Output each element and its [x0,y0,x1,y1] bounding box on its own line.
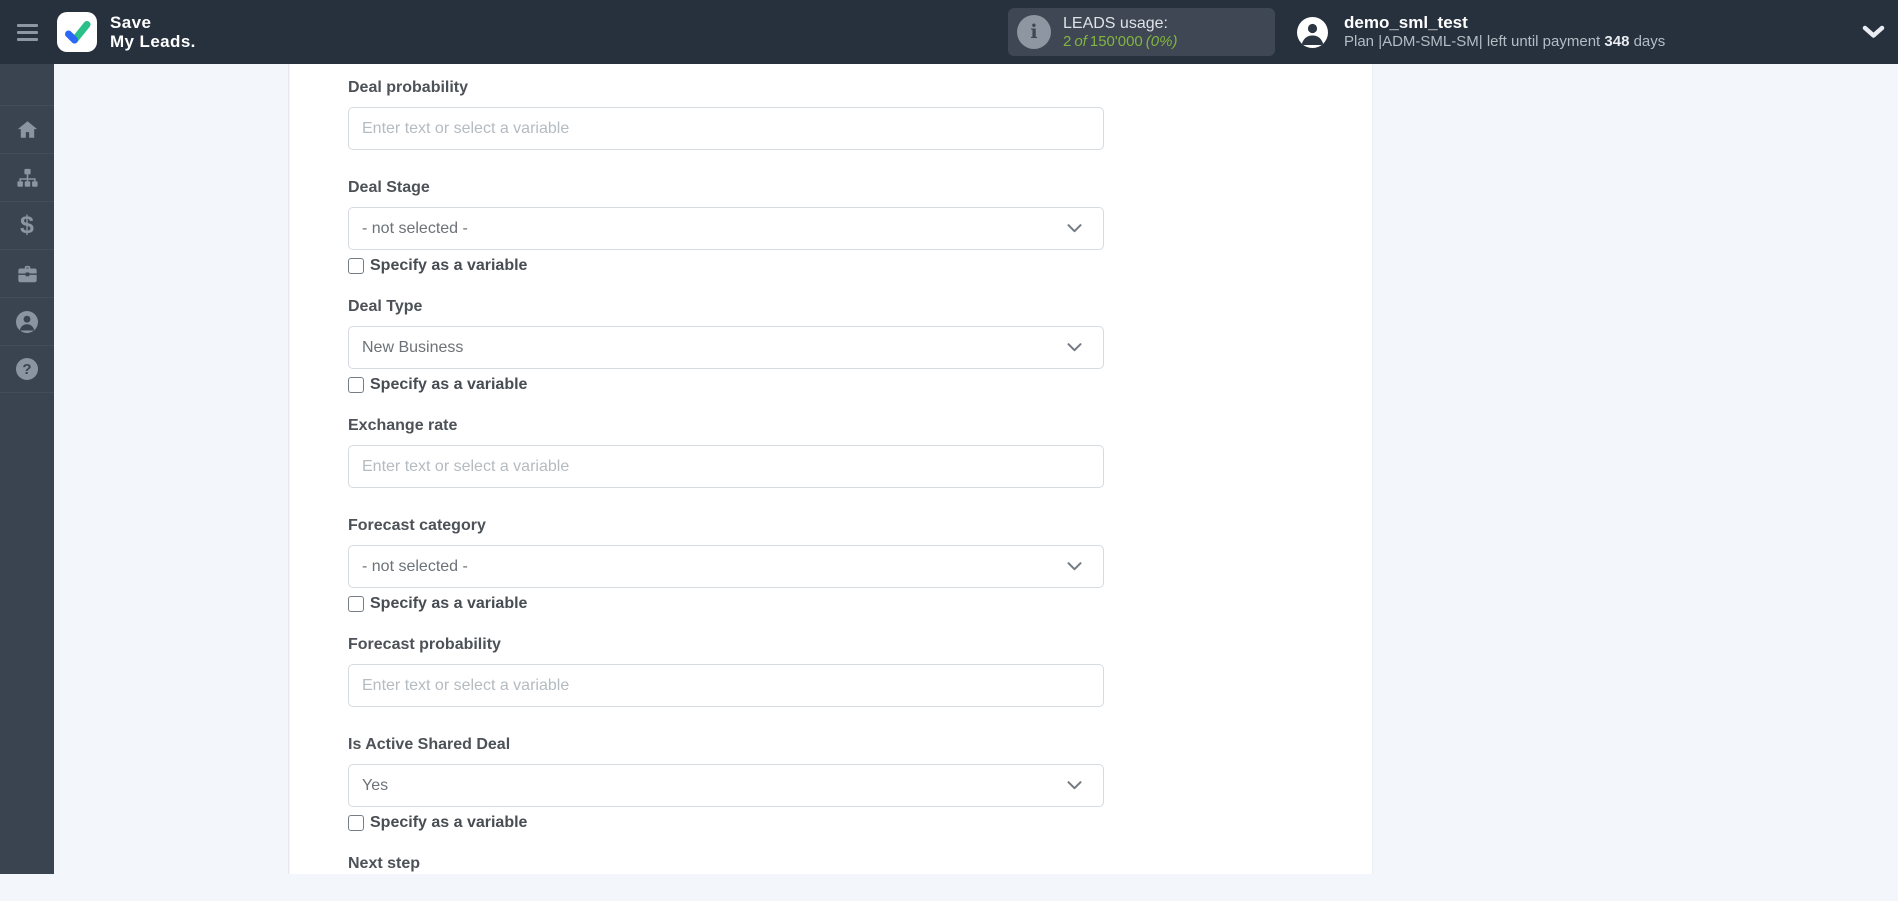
account-icon [16,310,38,333]
form-field-forecast-probability: Forecast probability [348,635,1104,707]
info-icon: i [1017,15,1051,49]
checkbox-label: Specify as a variable [370,595,528,612]
checkbox-label: Specify as a variable [370,814,528,831]
chevron-down-icon [1067,562,1082,571]
form-field-exchange-rate: Exchange rate [348,416,1104,488]
hamburger-menu-icon[interactable] [0,23,54,41]
usage-title: LEADS usage: [1063,14,1168,32]
usage-value: 2 of 150'000 (0%) [1063,32,1178,50]
left-sidebar: $? [0,64,54,874]
top-header: Save My Leads. i LEADS usage: 2 of 150'000… [0,0,1898,64]
field-label: Next step [348,855,421,872]
deal-stage-select[interactable]: - not selected - [348,207,1104,250]
help-icon: ? [16,358,38,380]
header-chevron-down-icon[interactable] [1862,25,1885,39]
forecast-probability-input[interactable] [348,664,1104,707]
select-value: - not selected - [362,219,468,237]
checkbox-label: Specify as a variable [370,376,528,393]
field-label: Deal Stage [348,179,430,196]
forecast-category-select[interactable]: - not selected - [348,545,1104,588]
logo-text: Save My Leads. [110,13,196,51]
field-label: Forecast category [348,517,486,534]
chevron-down-icon [1067,224,1082,233]
sidebar-item-help[interactable]: ? [0,345,54,393]
deal-stage-specify-variable-checkbox[interactable] [348,257,364,274]
form-field-deal-probability: Deal probability [348,78,1104,150]
sidebar-item-briefcase[interactable] [0,249,54,297]
deal-type-select[interactable]: New Business [348,326,1104,369]
briefcase-icon [16,263,39,285]
form-field-forecast-category: Forecast category - not selected - Specif… [348,516,1104,612]
select-value: - not selected - [362,557,468,575]
specify-as-variable-row: Specify as a variable [348,595,1104,612]
app-logo[interactable]: Save My Leads. [57,12,196,52]
forecast-category-specify-variable-checkbox[interactable] [348,595,364,612]
user-account-menu[interactable]: demo_sml_test Plan |ADM-SML-SM| left unt… [1297,0,1665,64]
specify-as-variable-row: Specify as a variable [348,257,1104,274]
sidebar-item-sitemap[interactable] [0,153,54,201]
leads-usage-badge: i LEADS usage: 2 of 150'000 (0%) [1008,8,1275,56]
dollar-icon: $ [20,211,34,239]
is-active-shared-deal-specify-variable-checkbox[interactable] [348,814,364,831]
specify-as-variable-row: Specify as a variable [348,814,1104,831]
sitemap-icon [16,167,39,189]
exchange-rate-input[interactable] [348,445,1104,488]
form-field-is-active-shared-deal: Is Active Shared Deal Yes Specify as a va… [348,735,1104,831]
field-label: Deal Type [348,298,423,315]
logo-checkmark-icon [57,12,97,52]
field-mapping-form: Deal probability Deal Stage - not select… [348,78,1104,901]
select-value: Yes [362,776,389,794]
form-field-deal-stage: Deal Stage - not selected - Specify as a … [348,178,1104,274]
deal-type-specify-variable-checkbox[interactable] [348,376,364,393]
select-value: New Business [362,338,464,356]
user-name: demo_sml_test [1344,13,1468,32]
form-field-deal-type: Deal Type New Business Specify as a varia… [348,297,1104,393]
form-field-next-step: Next step [348,854,1104,873]
home-icon [16,119,39,141]
sidebar-item-home[interactable] [0,105,54,153]
field-label: Forecast probability [348,636,501,653]
secondary-panel [54,64,289,874]
is-active-shared-deal-select[interactable]: Yes [348,764,1104,807]
sidebar-item-dollar[interactable]: $ [0,201,54,249]
main-content-card: Deal probability Deal Stage - not select… [290,64,1373,874]
field-label: Is Active Shared Deal [348,736,511,753]
deal-probability-input[interactable] [348,107,1104,150]
chevron-down-icon [1067,781,1082,790]
avatar [1297,16,1328,48]
field-label: Deal probability [348,79,469,96]
field-label: Exchange rate [348,417,458,434]
chevron-down-icon [1067,343,1082,352]
specify-as-variable-row: Specify as a variable [348,376,1104,393]
user-plan: Plan |ADM-SML-SM| left until payment 348… [1344,33,1666,50]
sidebar-item-account[interactable] [0,297,54,345]
checkbox-label: Specify as a variable [370,257,528,274]
